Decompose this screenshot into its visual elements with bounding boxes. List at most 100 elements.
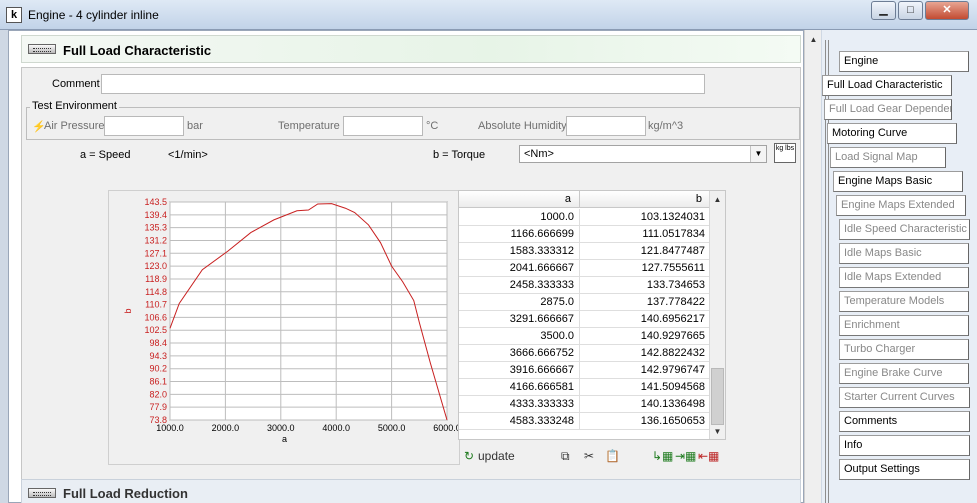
cell-b[interactable]: 140.1336498 — [580, 396, 711, 413]
nav-item-full-load-gear-dependent[interactable]: Full Load Gear Dependent — [824, 99, 952, 120]
nav-item-engine[interactable]: Engine — [839, 51, 969, 72]
y-tick-label: 94.3 — [149, 351, 167, 361]
x-axis-label: a — [282, 434, 287, 444]
cell-b[interactable]: 137.778422 — [580, 294, 711, 311]
nav-item-comments[interactable]: Comments — [839, 411, 970, 432]
y-tick-label: 98.4 — [149, 338, 167, 348]
nav-item-enrichment[interactable]: Enrichment — [839, 315, 969, 336]
comment-input[interactable] — [101, 74, 705, 94]
cut-icon[interactable]: ✂ — [584, 448, 594, 464]
close-button[interactable]: ✕ — [925, 1, 969, 20]
cell-a[interactable]: 4583.333248 — [459, 413, 580, 430]
nav-item-turbo-charger[interactable]: Turbo Charger — [839, 339, 969, 360]
cell-a[interactable]: 3500.0 — [459, 328, 580, 345]
scroll-thumb[interactable] — [711, 368, 724, 425]
table-row[interactable]: 2041.666667 127.7555611 — [459, 260, 711, 277]
cell-b[interactable]: 133.734653 — [580, 277, 711, 294]
nav-item-load-signal-map[interactable]: Load Signal Map — [830, 147, 946, 168]
paste-icon[interactable]: 📋 — [605, 448, 620, 464]
cell-b[interactable]: 142.9796747 — [580, 362, 711, 379]
air-pressure-input[interactable] — [104, 116, 184, 136]
section-content: Comment Test Environment ⚡ Air Pressure … — [21, 67, 801, 497]
main-scrollbar[interactable]: ▲ — [804, 30, 821, 503]
cell-b[interactable]: 127.7555611 — [580, 260, 711, 277]
nav-item-idle-maps-basic[interactable]: Idle Maps Basic — [839, 243, 969, 264]
temperature-label: Temperature — [278, 120, 340, 132]
y-tick-label: 123.0 — [144, 261, 167, 271]
delete-row-icon[interactable]: ⇤▦ — [698, 448, 719, 464]
cell-a[interactable]: 4333.333333 — [459, 396, 580, 413]
cell-b[interactable]: 142.8822432 — [580, 345, 711, 362]
nav-item-temperature-models[interactable]: Temperature Models — [839, 291, 969, 312]
scroll-up-icon[interactable]: ▲ — [807, 33, 820, 46]
nav-item-info[interactable]: Info — [839, 435, 970, 456]
minimize-button[interactable]: ▁ — [871, 1, 896, 20]
refresh-icon[interactable]: ↻ — [464, 448, 474, 464]
table-row[interactable]: 1583.333312 121.8477487 — [459, 243, 711, 260]
temperature-input[interactable] — [343, 116, 423, 136]
cell-a[interactable]: 2458.333333 — [459, 277, 580, 294]
cell-b[interactable]: 140.9297665 — [580, 328, 711, 345]
cell-a[interactable]: 1166.666699 — [459, 226, 580, 243]
y-tick-label: 73.8 — [149, 415, 167, 425]
cell-b[interactable]: 136.1650653 — [580, 413, 711, 430]
chevron-down-icon[interactable]: ▼ — [750, 146, 766, 162]
cell-b[interactable]: 140.6956217 — [580, 311, 711, 328]
cell-a[interactable]: 3916.666667 — [459, 362, 580, 379]
table-row[interactable]: 4166.666581 141.5094568 — [459, 379, 711, 396]
collapse-icon[interactable] — [28, 44, 56, 54]
y-tick-label: 139.4 — [144, 210, 167, 220]
copy-icon[interactable]: ⧉ — [561, 448, 570, 464]
cell-a[interactable]: 3291.666667 — [459, 311, 580, 328]
nav-item-full-load-characteristic[interactable]: Full Load Characteristic — [822, 75, 952, 96]
table-row[interactable]: 1000.0 103.1324031 — [459, 209, 711, 226]
cell-b[interactable]: 141.5094568 — [580, 379, 711, 396]
cell-a[interactable]: 3666.666752 — [459, 345, 580, 362]
insert-row-below-icon[interactable]: ↳▦ — [652, 448, 673, 464]
update-button[interactable]: update — [478, 448, 515, 464]
nav-item-idle-speed-characteristic[interactable]: Idle Speed Characteristic — [839, 219, 970, 240]
axis-a-label: a = Speed — [80, 149, 131, 161]
cell-a[interactable]: 2041.666667 — [459, 260, 580, 277]
cell-a[interactable]: 2875.0 — [459, 294, 580, 311]
table-row[interactable]: 1166.666699 111.0517834 — [459, 226, 711, 243]
table-row[interactable]: 3291.666667 140.6956217 — [459, 311, 711, 328]
nav-item-engine-maps-extended[interactable]: Engine Maps Extended — [836, 195, 966, 216]
app-icon: k — [6, 7, 22, 23]
cell-b[interactable]: 121.8477487 — [580, 243, 711, 260]
title-bar: k Engine - 4 cylinder inline ▁ □ ✕ — [0, 0, 977, 30]
cell-a[interactable]: 1000.0 — [459, 209, 580, 226]
unit-toggle-button[interactable]: kg lbs — [774, 143, 796, 163]
table-row[interactable]: 4583.333248 136.1650653 — [459, 413, 711, 430]
nav-item-engine-brake-curve[interactable]: Engine Brake Curve — [839, 363, 969, 384]
table-row[interactable]: 3500.0 140.9297665 — [459, 328, 711, 345]
expand-icon[interactable] — [28, 488, 56, 498]
scroll-down-icon[interactable]: ▼ — [711, 425, 724, 438]
insert-row-icon[interactable]: ⇥▦ — [675, 448, 696, 464]
cell-b[interactable]: 103.1324031 — [580, 209, 711, 226]
y-tick-label: 143.5 — [144, 197, 167, 207]
axis-b-unit-select[interactable]: <Nm> ▼ — [519, 145, 767, 163]
nav-item-output-settings[interactable]: Output Settings — [839, 459, 970, 480]
cell-b[interactable]: 111.0517834 — [580, 226, 711, 243]
nav-item-idle-maps-extended[interactable]: Idle Maps Extended — [839, 267, 969, 288]
scroll-up-icon[interactable]: ▲ — [711, 193, 724, 206]
table-row[interactable]: 3666.666752 142.8822432 — [459, 345, 711, 362]
table-row[interactable]: 4333.333333 140.1336498 — [459, 396, 711, 413]
maximize-button[interactable]: □ — [898, 1, 923, 20]
humidity-input[interactable] — [566, 116, 646, 136]
nav-item-engine-maps-basic[interactable]: Engine Maps Basic — [833, 171, 963, 192]
y-tick-label: 106.6 — [144, 312, 167, 322]
column-header-b[interactable]: b — [580, 191, 711, 208]
nav-item-motoring-curve[interactable]: Motoring Curve — [827, 123, 957, 144]
cell-a[interactable]: 1583.333312 — [459, 243, 580, 260]
table-row[interactable]: 3916.666667 142.9796747 — [459, 362, 711, 379]
section-header-full-load-reduction[interactable]: Full Load Reduction — [21, 479, 801, 503]
cell-a[interactable]: 4166.666581 — [459, 379, 580, 396]
table-scrollbar[interactable]: ▲ ▼ — [709, 191, 725, 439]
y-tick-label: 127.1 — [144, 248, 167, 258]
column-header-a[interactable]: a — [459, 191, 580, 208]
table-row[interactable]: 2875.0 137.778422 — [459, 294, 711, 311]
table-row[interactable]: 2458.333333 133.734653 — [459, 277, 711, 294]
nav-item-starter-current-curves[interactable]: Starter Current Curves — [839, 387, 970, 408]
